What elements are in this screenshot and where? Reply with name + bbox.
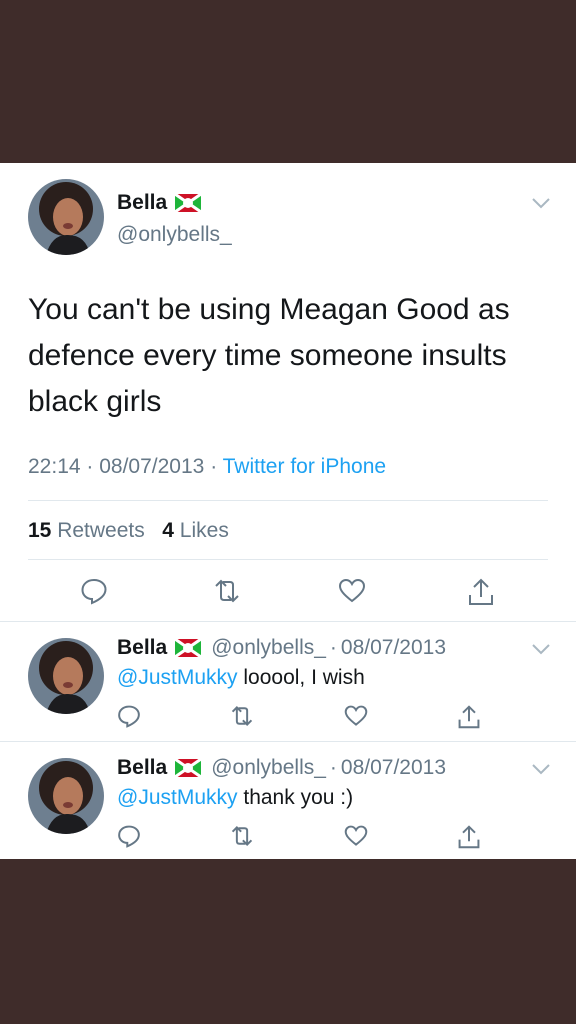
author-name-row: Bella	[117, 191, 202, 215]
author-handle[interactable]: @onlybells_	[211, 636, 326, 660]
retweet-icon[interactable]	[212, 577, 242, 605]
top-background	[0, 0, 576, 163]
share-icon[interactable]	[457, 704, 481, 730]
burundi-flag-icon	[175, 194, 202, 212]
reply-body: looool, I wish	[243, 666, 365, 689]
mention-link[interactable]: @JustMukky	[117, 786, 238, 809]
chevron-down-icon[interactable]	[531, 196, 551, 210]
author-name-row: Bella @onlybells_ · 08/07/2013	[117, 756, 446, 780]
tweet-time: 22:14	[28, 455, 81, 478]
tweet-date: 08/07/2013	[99, 455, 205, 478]
reply-actions	[0, 704, 576, 744]
heart-icon[interactable]	[344, 704, 368, 728]
bottom-background	[0, 859, 576, 1024]
retweet-icon[interactable]	[229, 824, 255, 848]
separator: ·	[329, 756, 337, 779]
author-name-row: Bella @onlybells_ · 08/07/2013	[117, 636, 446, 660]
tweet-source[interactable]: Twitter for iPhone	[223, 455, 386, 478]
retweets-stat[interactable]: 15 Retweets	[28, 519, 145, 542]
likes-stat[interactable]: 4 Likes	[162, 519, 229, 542]
tweet-text: You can't be using Meagan Good as defenc…	[28, 293, 510, 418]
reply-body: thank you :)	[243, 786, 354, 809]
separator: ·	[329, 636, 337, 659]
reply-date: 08/07/2013	[340, 756, 447, 779]
heart-icon[interactable]	[344, 824, 368, 848]
tweet-card: Bella @onlybells_ You can't be using Mea…	[0, 163, 576, 859]
retweet-icon[interactable]	[229, 704, 255, 728]
separator: ·	[86, 455, 100, 478]
divider	[28, 500, 548, 501]
avatar[interactable]	[28, 638, 104, 714]
chevron-down-icon[interactable]	[531, 762, 551, 776]
tweet-stats: 15 Retweets 4 Likes	[28, 519, 229, 543]
reply-tweet[interactable]: Bella @onlybells_ · 08/07/2013 @JustMukk…	[0, 622, 576, 741]
reply-date: 08/07/2013	[340, 636, 447, 659]
tweet-meta: 22:14 · 08/07/2013 · Twitter for iPhone	[28, 455, 386, 479]
share-icon[interactable]	[457, 824, 481, 850]
author-handle[interactable]: @onlybells_	[211, 756, 326, 780]
reply-icon[interactable]	[80, 577, 108, 605]
share-icon[interactable]	[467, 577, 495, 607]
avatar[interactable]	[28, 758, 104, 834]
tweet-actions	[0, 577, 576, 617]
author-name[interactable]: Bella	[117, 756, 167, 780]
author-name[interactable]: Bella	[117, 191, 167, 215]
reply-tweet[interactable]: Bella @onlybells_ · 08/07/2013 @JustMukk…	[0, 742, 576, 861]
reply-text: @JustMukky looool, I wish	[117, 666, 365, 690]
author-handle[interactable]: @onlybells_	[117, 223, 232, 247]
separator: ·	[210, 455, 223, 478]
reply-actions	[0, 824, 576, 864]
divider	[28, 559, 548, 560]
reply-icon[interactable]	[117, 704, 141, 728]
mention-link[interactable]: @JustMukky	[117, 666, 238, 689]
burundi-flag-icon	[175, 759, 202, 777]
heart-icon[interactable]	[338, 577, 366, 605]
avatar[interactable]	[28, 179, 104, 255]
reply-icon[interactable]	[117, 824, 141, 848]
burundi-flag-icon	[175, 639, 202, 657]
author-name[interactable]: Bella	[117, 636, 167, 660]
main-tweet: Bella @onlybells_ You can't be using Mea…	[0, 163, 576, 621]
reply-text: @JustMukky thank you :)	[117, 786, 353, 810]
chevron-down-icon[interactable]	[531, 642, 551, 656]
